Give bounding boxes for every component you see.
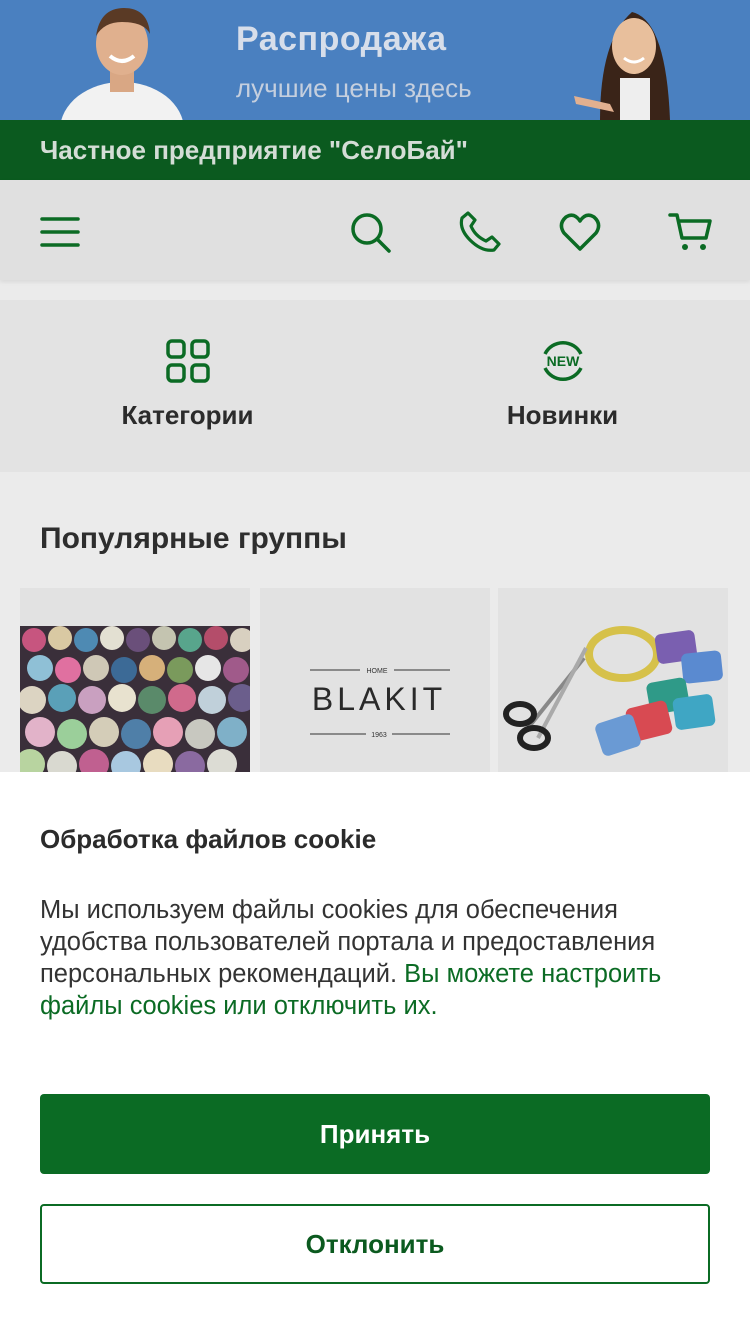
site-header xyxy=(0,180,750,280)
banner-title: Распродажа xyxy=(236,20,447,58)
cookie-text: Мы используем файлы cookies для обеспече… xyxy=(40,894,710,1022)
reject-button[interactable]: Отклонить xyxy=(40,1204,710,1284)
sewing-supplies-image xyxy=(498,588,728,772)
cookie-dialog: Обработка файлов cookie Мы используем фа… xyxy=(0,772,750,1334)
blakit-logo-image: HOME BLAKIT 1963 xyxy=(260,588,490,772)
woman-photo xyxy=(574,12,670,120)
grid-icon xyxy=(166,339,210,383)
popular-groups-title: Популярные группы xyxy=(40,522,347,555)
new-items-label: Новинки xyxy=(506,400,619,430)
banner-subtitle: лучшие цены здесь xyxy=(236,73,472,103)
group-card-blakit[interactable]: HOME BLAKIT 1963 xyxy=(260,588,490,772)
svg-text:HOME: HOME xyxy=(367,668,388,675)
promo-banner[interactable]: Распродажа лучшие цены здесь xyxy=(0,0,750,120)
svg-text:BLAKIT: BLAKIT xyxy=(312,681,446,717)
categories-label: Категории xyxy=(121,400,254,430)
fabric-rolls-image xyxy=(20,588,250,772)
new-badge-icon: NEW xyxy=(543,341,583,381)
phone-icon[interactable] xyxy=(458,210,502,254)
man-photo xyxy=(61,8,183,120)
company-name: Частное предприятие "СелоБай" xyxy=(40,135,468,165)
cart-icon[interactable] xyxy=(668,210,712,254)
heart-icon[interactable] xyxy=(558,210,602,254)
svg-text:1963: 1963 xyxy=(371,732,387,739)
company-bar: Частное предприятие "СелоБай" xyxy=(0,120,750,180)
search-icon[interactable] xyxy=(348,210,392,254)
categories-link[interactable]: Категории xyxy=(0,300,375,472)
group-card-sewing[interactable] xyxy=(498,588,728,772)
quick-links: Категории NEW Новинки xyxy=(0,300,750,472)
menu-icon[interactable] xyxy=(38,210,82,254)
accept-button[interactable]: Принять xyxy=(40,1094,710,1174)
new-items-link[interactable]: NEW Новинки xyxy=(375,300,750,472)
svg-text:NEW: NEW xyxy=(547,353,580,369)
group-card-fabrics[interactable] xyxy=(20,588,250,772)
cookie-title: Обработка файлов cookie xyxy=(40,824,377,854)
